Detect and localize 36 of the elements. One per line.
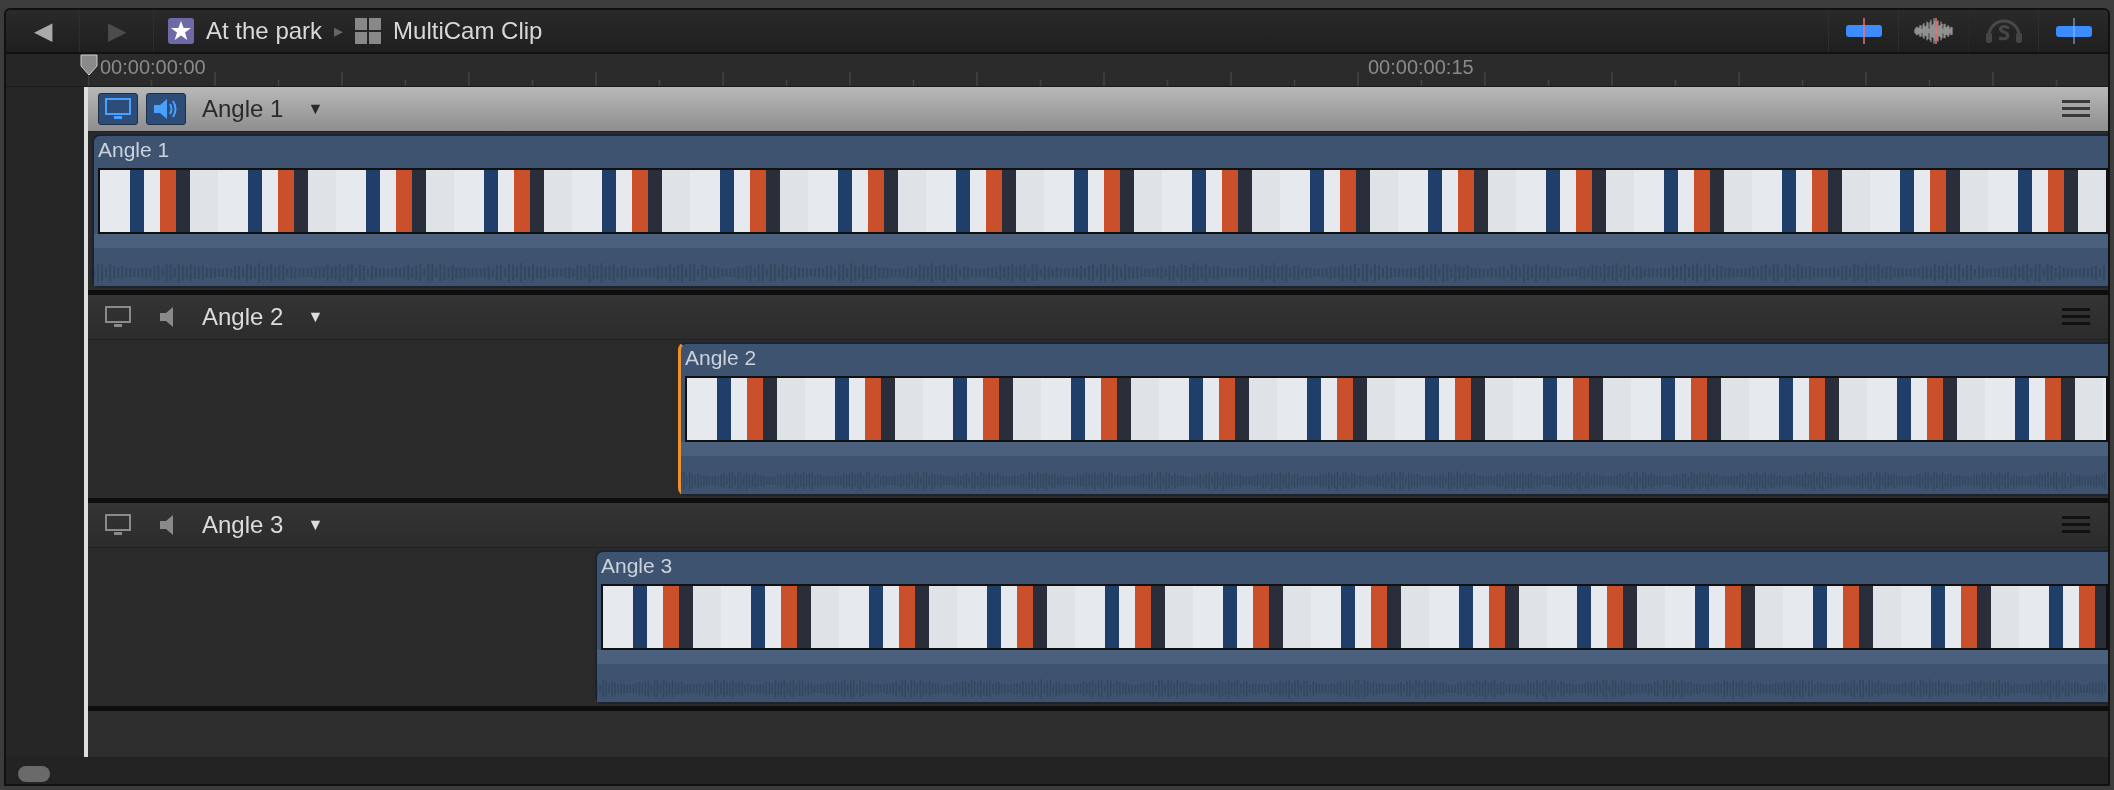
video-clip[interactable]: Angle 2 xyxy=(678,342,2108,496)
video-clip[interactable]: Angle 1 xyxy=(92,134,2108,288)
angle-menu-caret[interactable]: ▼ xyxy=(307,516,324,534)
angle-name: Angle 3 xyxy=(202,511,284,539)
angle-header[interactable]: Angle 1 ▼ xyxy=(88,87,2108,131)
timecode-label: 00:00:00:00 xyxy=(100,56,206,79)
monitor-icon xyxy=(105,514,131,536)
clip-title: Angle 3 xyxy=(600,553,674,579)
clip-title: Angle 1 xyxy=(97,137,171,163)
angle-menu-caret[interactable]: ▼ xyxy=(307,308,324,326)
scroll-thumb[interactable] xyxy=(18,766,50,782)
clip-title: Angle 2 xyxy=(684,345,758,371)
menu-icon[interactable] xyxy=(2062,100,2090,118)
skimming-icon xyxy=(1843,18,1884,44)
angle-menu-caret[interactable]: ▼ xyxy=(307,100,324,118)
monitor-icon xyxy=(105,306,131,328)
angle-header[interactable]: Angle 2 ▼ xyxy=(88,295,2108,339)
video-clip[interactable]: Angle 3 xyxy=(595,550,2108,704)
angle-name: Angle 1 xyxy=(202,95,284,123)
grid-icon xyxy=(355,18,382,44)
timecode-label: 00:00:00:15 xyxy=(1368,56,1474,79)
breadcrumb[interactable]: MultiCam Clip xyxy=(355,17,543,45)
video-monitor-button[interactable] xyxy=(98,93,138,125)
speaker-icon xyxy=(158,513,174,537)
monitor-icon xyxy=(105,98,131,120)
audio-monitor-button[interactable] xyxy=(146,93,186,125)
breadcrumb-separator: ▸ xyxy=(334,20,344,42)
speaker-icon xyxy=(158,305,174,329)
waveform-icon xyxy=(1913,18,1954,44)
headphones-icon xyxy=(1983,18,2024,44)
back-button[interactable]: ◀ xyxy=(6,10,80,52)
snapping-icon xyxy=(2053,18,2094,44)
angle-name: Angle 2 xyxy=(202,303,284,331)
angle-header[interactable]: Angle 3 ▼ xyxy=(88,503,2108,547)
playhead-handle[interactable] xyxy=(80,54,98,76)
breadcrumb[interactable]: At the park xyxy=(168,17,323,45)
